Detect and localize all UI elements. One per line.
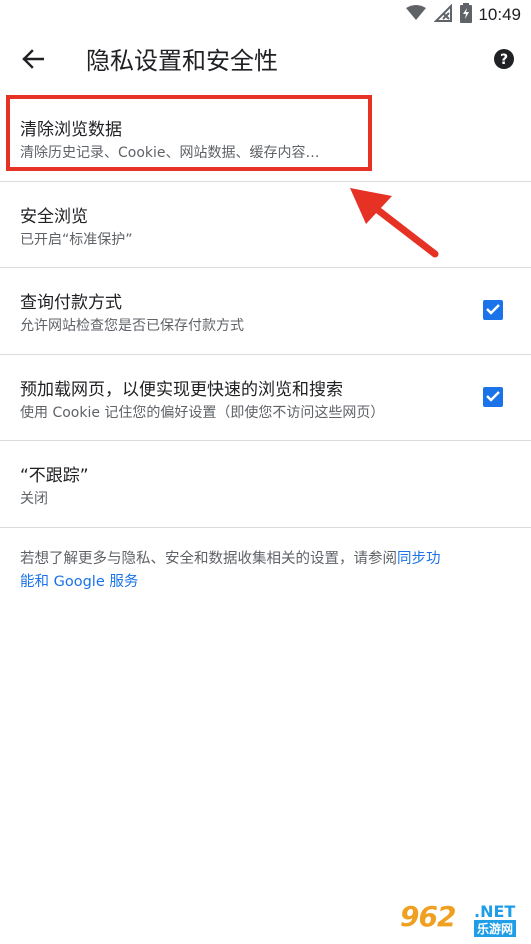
- setting-title: 安全浏览: [20, 207, 88, 227]
- back-button[interactable]: [14, 44, 52, 78]
- watermark-domain: .NET: [474, 902, 516, 921]
- help-button[interactable]: ?: [491, 48, 517, 74]
- preload-pages-checkbox[interactable]: [483, 387, 503, 407]
- help-circle-icon: ?: [493, 48, 515, 74]
- checkmark-icon: [485, 388, 501, 407]
- wifi-icon: [406, 5, 427, 25]
- status-time: 10:49: [478, 5, 521, 24]
- page-title: 隐私设置和安全性: [86, 47, 278, 75]
- battery-charging-icon: [460, 3, 473, 27]
- arrow-left-icon: [22, 49, 45, 73]
- status-icons: [406, 3, 473, 27]
- highlight-box: [6, 95, 372, 171]
- sync-google-services-link[interactable]: 同步功: [397, 551, 441, 567]
- setting-subtitle: 关闭: [20, 491, 48, 507]
- app-bar: 隐私设置和安全性 ?: [0, 30, 531, 92]
- setting-title: 查询付款方式: [20, 293, 122, 313]
- setting-title: 预加载网页，以便实现更快速的浏览和搜索: [20, 380, 343, 400]
- svg-text:?: ?: [500, 52, 508, 68]
- setting-preload-pages[interactable]: 预加载网页，以便实现更快速的浏览和搜索 使用 Cookie 记住您的偏好设置（即…: [0, 355, 531, 441]
- sync-google-services-link-continued[interactable]: 能和 Google 服务: [20, 574, 138, 590]
- setting-subtitle: 已开启“标准保护”: [20, 232, 133, 248]
- watermark-logo: 962 .NET 乐游网: [400, 900, 525, 940]
- divider: [0, 527, 531, 528]
- payment-methods-checkbox[interactable]: [483, 300, 503, 320]
- setting-title: “不跟踪”: [20, 466, 89, 486]
- setting-do-not-track[interactable]: “不跟踪” 关闭: [0, 441, 531, 527]
- no-signal-icon: [434, 3, 453, 26]
- red-arrow-icon: [340, 182, 440, 266]
- watermark-cn: 乐游网: [474, 920, 517, 937]
- setting-payment-methods[interactable]: 查询付款方式 允许网站检查您是否已保存付款方式: [0, 268, 531, 354]
- setting-subtitle: 允许网站检查您是否已保存付款方式: [20, 318, 244, 334]
- checkmark-icon: [485, 301, 501, 320]
- status-bar: 10:49: [0, 0, 531, 30]
- setting-safe-browsing[interactable]: 安全浏览 已开启“标准保护”: [0, 182, 531, 268]
- footer-description: 若想了解更多与隐私、安全和数据收集相关的设置，请参阅同步功 能和 Google …: [20, 548, 520, 594]
- watermark-number: 962: [400, 900, 456, 933]
- footer-text: 若想了解更多与隐私、安全和数据收集相关的设置，请参阅: [20, 551, 397, 567]
- setting-subtitle: 使用 Cookie 记住您的偏好设置（即使您不访问这些网页）: [20, 405, 385, 421]
